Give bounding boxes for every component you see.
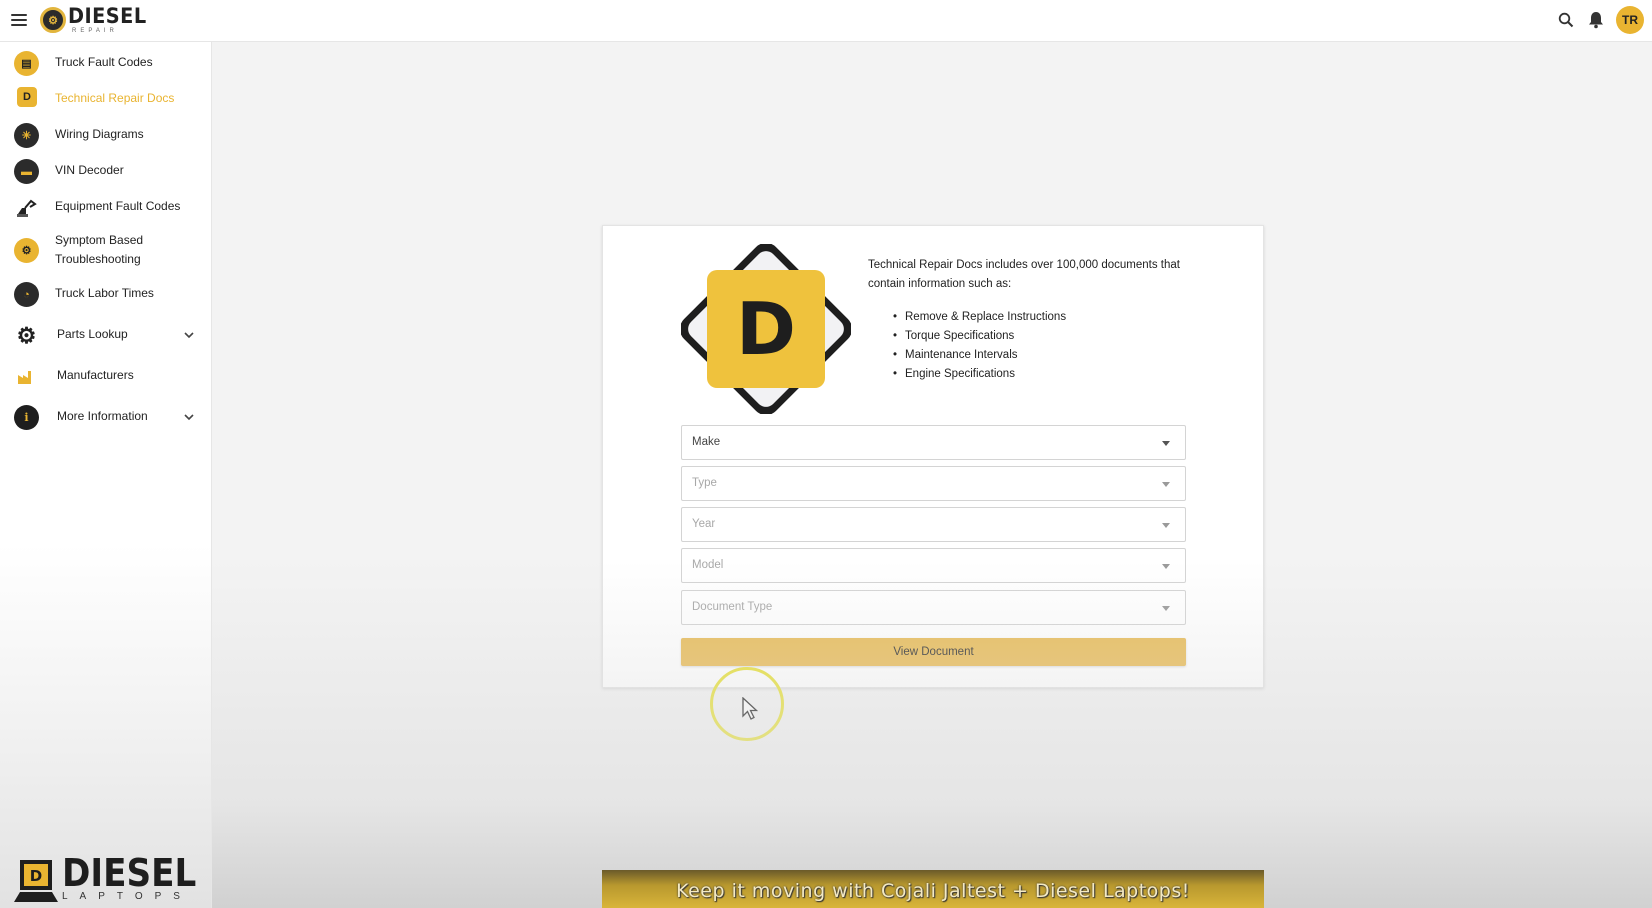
repair-docs-card: D Technical Repair Docs includes over 10… [602,225,1264,688]
laptop-logo-icon: D [14,858,58,902]
sidebar-item-label: Symptom Based Troubleshooting [55,233,144,266]
view-document-button[interactable]: View Document [681,638,1186,666]
sidebar: ▤ Truck Fault Codes D Technical Repair D… [0,42,212,908]
sidebar-item-vin-decoder[interactable]: ▬ VIN Decoder [0,155,212,187]
chevron-down-icon[interactable] [184,412,194,422]
select-placeholder: Year [692,518,716,530]
sidebar-item-wiring-diagrams[interactable]: ✳ Wiring Diagrams [0,119,212,151]
select-placeholder: Document Type [692,601,773,613]
brand-logo[interactable]: ⚙ DIESEL REPAIR [40,6,153,34]
sidebar-item-label: Truck Fault Codes [55,55,153,69]
repair-docs-logo: D [679,242,853,416]
sidebar-item-label: Truck Labor Times [55,286,154,300]
diesel-laptops-logo: D DIESEL LAPTOPS [14,854,211,902]
clock-icon: ◔ [14,282,39,307]
truck-icon: ▤ [14,51,39,76]
select-placeholder: Make [692,436,721,448]
feature-list: Remove & Replace Instructions Torque Spe… [893,308,1193,384]
select-placeholder: Type [692,477,717,489]
list-item: Remove & Replace Instructions [893,308,1193,327]
sidebar-item-label: Equipment Fault Codes [55,199,181,213]
mouse-pointer-icon [742,697,758,720]
year-select[interactable]: Year [681,507,1186,542]
logo-main-text: DIESEL [62,851,197,895]
excavator-icon [14,195,39,220]
dropdown-arrow-icon [1162,482,1170,487]
info-icon: i [14,405,39,430]
sidebar-item-truck-labor-times[interactable]: ◔ Truck Labor Times [0,278,212,310]
vin-icon: ▬ [14,159,39,184]
sidebar-item-label: Wiring Diagrams [55,127,144,141]
factory-icon [14,364,39,389]
sidebar-item-manufacturers[interactable]: Manufacturers [0,360,212,392]
list-item: Torque Specifications [893,327,1193,346]
menu-icon[interactable] [11,14,27,26]
repair-docs-icon: D [17,87,37,107]
sidebar-item-symptom-troubleshooting[interactable]: ⚙ Symptom Based Troubleshooting [0,227,212,273]
search-icon[interactable] [1556,10,1576,30]
sidebar-item-truck-fault-codes[interactable]: ▤ Truck Fault Codes [0,47,212,79]
intro-text: Technical Repair Docs includes over 100,… [868,259,1180,290]
model-select[interactable]: Model [681,548,1186,583]
svg-text:D: D [30,867,42,885]
troubleshooting-icon: ⚙ [14,238,39,263]
dropdown-arrow-icon [1162,606,1170,611]
sidebar-item-label: VIN Decoder [55,163,124,177]
sidebar-item-label: Technical Repair Docs [55,91,175,105]
top-app-bar: ⚙ DIESEL REPAIR TR [0,0,1652,42]
gear-logo-icon: ⚙ [40,7,66,33]
document-type-select[interactable]: Document Type [681,590,1186,625]
chevron-down-icon[interactable] [184,330,194,340]
list-item: Maintenance Intervals [893,346,1193,365]
logo-letter: D [736,287,796,371]
select-placeholder: Model [692,559,724,571]
sidebar-item-label: Parts Lookup [57,327,128,341]
type-select[interactable]: Type [681,466,1186,501]
sidebar-item-technical-repair-docs[interactable]: D Technical Repair Docs [0,83,212,115]
sidebar-item-label: More Information [57,409,148,423]
make-select[interactable]: Make [681,425,1186,460]
bell-icon[interactable] [1586,10,1606,30]
sidebar-item-parts-lookup[interactable]: ⚙ Parts Lookup [0,319,212,351]
brand-subtitle: REPAIR [72,28,118,34]
sidebar-item-more-information[interactable]: i More Information [0,401,212,433]
dropdown-arrow-icon [1162,564,1170,569]
dropdown-arrow-icon [1162,523,1170,528]
gear-icon: ⚙ [14,323,39,348]
dropdown-arrow-icon [1162,441,1170,446]
list-item: Engine Specifications [893,365,1193,384]
user-avatar[interactable]: TR [1616,6,1644,34]
brand-name: DIESEL [68,4,147,28]
promo-banner: Keep it moving with Cojali Jaltest + Die… [602,870,1264,908]
sidebar-item-label: Manufacturers [57,368,134,382]
wiring-icon: ✳ [14,123,39,148]
banner-caption: Keep it moving with Cojali Jaltest + Die… [676,880,1190,902]
sidebar-item-equipment-fault-codes[interactable]: Equipment Fault Codes [0,191,212,223]
